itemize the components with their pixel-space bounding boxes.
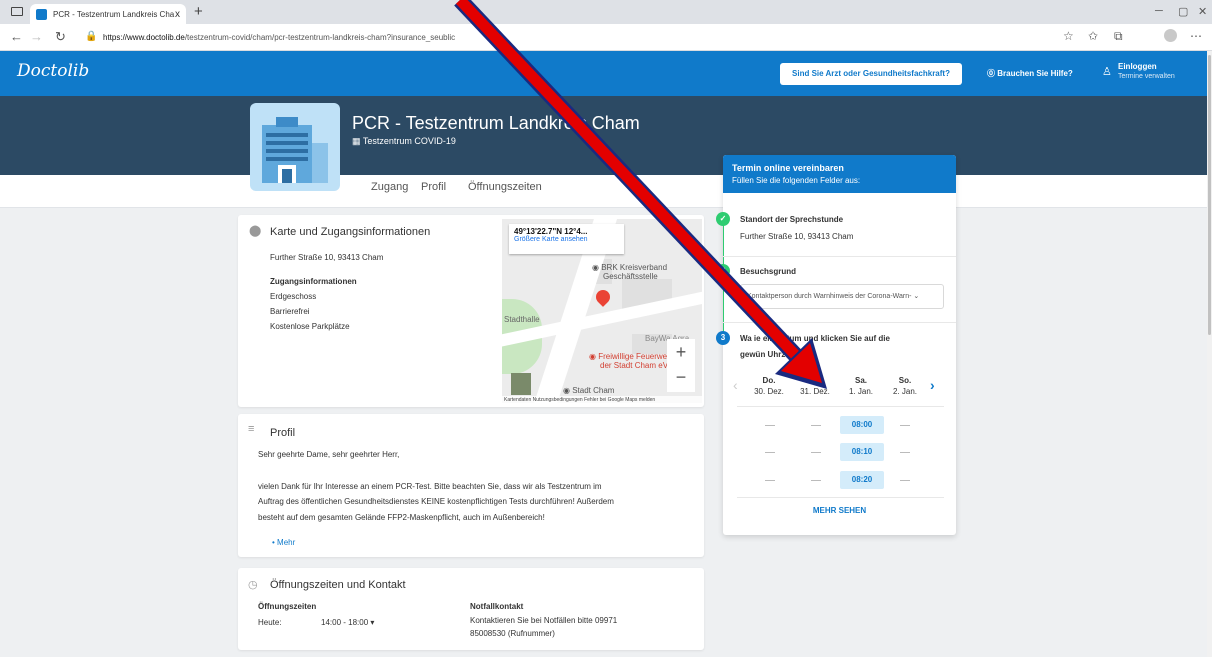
step1-title: Standort der Sprechstunde bbox=[740, 215, 844, 224]
tab-oeffnungszeiten[interactable]: Öffnungszeiten bbox=[468, 181, 542, 193]
day-column: Sa. 1. Jan. bbox=[848, 376, 873, 396]
map-poi-brk-sub: Geschäftsstelle bbox=[603, 272, 658, 281]
map-zoom-in-button[interactable]: + bbox=[667, 339, 695, 367]
more-link[interactable]: • Mehr bbox=[272, 538, 295, 547]
new-tab-button[interactable]: + bbox=[194, 3, 203, 20]
tab-zugang[interactable]: Zugang bbox=[371, 181, 408, 193]
profile-avatar-icon[interactable] bbox=[1164, 29, 1177, 42]
today-label: Heute: bbox=[258, 618, 282, 627]
forward-icon[interactable]: → bbox=[30, 29, 43, 44]
close-window-icon[interactable]: ✕ bbox=[1198, 5, 1207, 18]
minimize-icon[interactable]: ─ bbox=[1155, 5, 1163, 17]
step3-instruction: gewün Uhrzeit bbox=[740, 350, 795, 359]
emergency-text: 85008530 (Rufnummer) bbox=[470, 629, 555, 638]
site-header: Doctolib Sind Sie Arzt oder Gesundheitsf… bbox=[0, 51, 1207, 96]
access-address: Further Straße 10, 93413 Cham bbox=[270, 253, 384, 262]
day-column: So. 2. Jan. bbox=[892, 376, 917, 396]
profile-text-line: besteht auf dem gesamten Gelände FFP2-Ma… bbox=[258, 513, 545, 522]
map-coordinate-popup: 49°13'22.7"N 12°4... Größere Karte anseh… bbox=[509, 224, 624, 254]
time-slot[interactable]: 08:00 bbox=[840, 416, 884, 434]
restore-icon[interactable]: ▢ bbox=[1178, 5, 1188, 18]
check-icon: ✓ bbox=[716, 264, 730, 278]
tab-title: PCR - Testzentrum Landkreis Cha bbox=[53, 9, 175, 19]
clinic-type: ▦ Testzentrum COVID-19 bbox=[352, 136, 456, 146]
access-info-item: Erdgeschoss bbox=[270, 292, 317, 301]
booking-subtitle: Füllen Sie die folgenden Felder aus: bbox=[732, 176, 861, 185]
collections-icon[interactable]: ⧉ bbox=[1114, 29, 1123, 44]
profile-tab-strip bbox=[0, 175, 1207, 208]
today-hours-dropdown[interactable]: 14:00 - 18:00 ▾ bbox=[321, 618, 374, 627]
profile-greeting: Sehr geehrte Dame, sehr geehrter Herr, bbox=[258, 450, 400, 459]
map-pin-icon: ⬤ bbox=[249, 225, 262, 237]
pro-button[interactable]: Sind Sie Arzt oder Gesundheitsfachkraft? bbox=[780, 63, 962, 85]
map-poi-stadt: ◉ Stadt Cham bbox=[563, 386, 615, 395]
favicon-icon bbox=[36, 8, 47, 20]
show-more-button[interactable]: MEHR SEHEN bbox=[723, 506, 956, 515]
doctolib-logo[interactable]: Doctolib bbox=[17, 61, 89, 81]
map-poi-brk: ◉ BRK Kreisverband bbox=[592, 263, 668, 272]
map-poi-feuerwehr: ◉ Freiwillige Feuerwehr bbox=[589, 352, 675, 361]
chevron-down-icon: ⌄ bbox=[913, 293, 920, 300]
back-icon[interactable]: ← bbox=[10, 29, 23, 44]
browser-tab-bar: PCR - Testzentrum Landkreis Cha x + ─ ▢ … bbox=[0, 0, 1212, 24]
hours-label: Öffnungszeiten bbox=[258, 602, 317, 611]
favorites-icon[interactable]: ✩ bbox=[1088, 29, 1098, 43]
step1-value: Further Straße 10, 93413 Cham bbox=[740, 232, 854, 241]
map-poi-feuerwehr-sub: der Stadt Cham eV bbox=[600, 361, 669, 370]
help-link[interactable]: ⓪ Brauchen Sie Hilfe? bbox=[987, 68, 1073, 79]
profile-text-line: vielen Dank für Ihr Interesse an einem P… bbox=[258, 482, 602, 491]
login-link[interactable]: Einloggen Termine verwalten bbox=[1118, 62, 1175, 82]
access-info-item: Kostenlose Parkplätze bbox=[270, 322, 350, 331]
map-zoom-out-button[interactable]: − bbox=[667, 364, 695, 392]
time-slot[interactable]: 08:10 bbox=[840, 443, 884, 461]
larger-map-link[interactable]: Größere Karte ansehen bbox=[514, 236, 619, 243]
lock-icon[interactable]: 🔒 bbox=[85, 31, 97, 42]
address-bar: ← → ↻ 🔒 https://www.doctolib.de/testzent… bbox=[0, 24, 1212, 51]
prev-week-icon[interactable]: ‹ bbox=[733, 377, 738, 393]
time-slot[interactable]: 08:20 bbox=[840, 471, 884, 489]
access-info-title: Zugangsinformationen bbox=[270, 277, 357, 286]
clinic-name: PCR - Testzentrum Landkreis Cham bbox=[352, 113, 640, 133]
access-info-item: Barrierefrei bbox=[270, 307, 310, 316]
profile-title: Profil bbox=[270, 427, 296, 439]
step2-title: Besuchsgrund bbox=[740, 267, 797, 276]
building-icon: ▦ bbox=[352, 136, 363, 146]
map-footer[interactable]: Kartendaten Nutzungsbedingungen Fehler b… bbox=[502, 396, 702, 404]
reload-icon[interactable]: ↻ bbox=[55, 29, 66, 45]
map-poi-stadthalle: Stadthalle bbox=[504, 315, 540, 324]
visit-reason-select[interactable]: Kontaktperson durch Warnhinweis der Coro… bbox=[740, 284, 944, 309]
day-column: Do. 30. Dez. bbox=[754, 376, 784, 396]
text-lines-icon: ≡ bbox=[248, 423, 255, 435]
street-view-icon[interactable] bbox=[511, 373, 531, 395]
close-tab-icon[interactable]: x bbox=[175, 9, 180, 20]
next-week-icon[interactable]: › bbox=[930, 377, 935, 393]
tab-profil[interactable]: Profil bbox=[421, 181, 446, 193]
user-icon[interactable]: ♙ bbox=[1102, 65, 1112, 78]
page-scrollbar[interactable] bbox=[1207, 51, 1212, 657]
check-icon: ✓ bbox=[716, 212, 730, 226]
emergency-label: Notfallkontakt bbox=[470, 602, 524, 611]
tab-actions-icon[interactable] bbox=[11, 7, 23, 16]
clinic-building-icon bbox=[250, 103, 340, 191]
day-column: Fr. 31. Dez. bbox=[800, 376, 830, 396]
access-title: Karte und Zugangsinformationen bbox=[270, 226, 431, 238]
step3-badge: 3 bbox=[716, 331, 730, 345]
read-aloud-icon[interactable]: ☆ bbox=[1063, 29, 1074, 43]
step3-instruction: Wa ie ein Datum und klicken Sie auf die bbox=[740, 334, 890, 343]
clinic-banner bbox=[0, 96, 1207, 175]
more-menu-icon[interactable]: ⋯ bbox=[1190, 29, 1202, 43]
browser-tab[interactable]: PCR - Testzentrum Landkreis Cha x bbox=[30, 4, 186, 24]
emergency-text: Kontaktieren Sie bei Notfällen bitte 099… bbox=[470, 616, 618, 625]
url-field[interactable]: https://www.doctolib.de/testzentrum-covi… bbox=[103, 29, 1103, 46]
hours-title: Öffnungszeiten und Kontakt bbox=[270, 579, 406, 591]
profile-text-line: Auftrag des öffentlichen Gesundheitsdien… bbox=[258, 497, 614, 506]
clock-icon: ◷ bbox=[248, 579, 258, 591]
booking-title: Termin online vereinbaren bbox=[732, 163, 844, 173]
booking-header: Termin online vereinbaren Füllen Sie die… bbox=[723, 155, 956, 193]
